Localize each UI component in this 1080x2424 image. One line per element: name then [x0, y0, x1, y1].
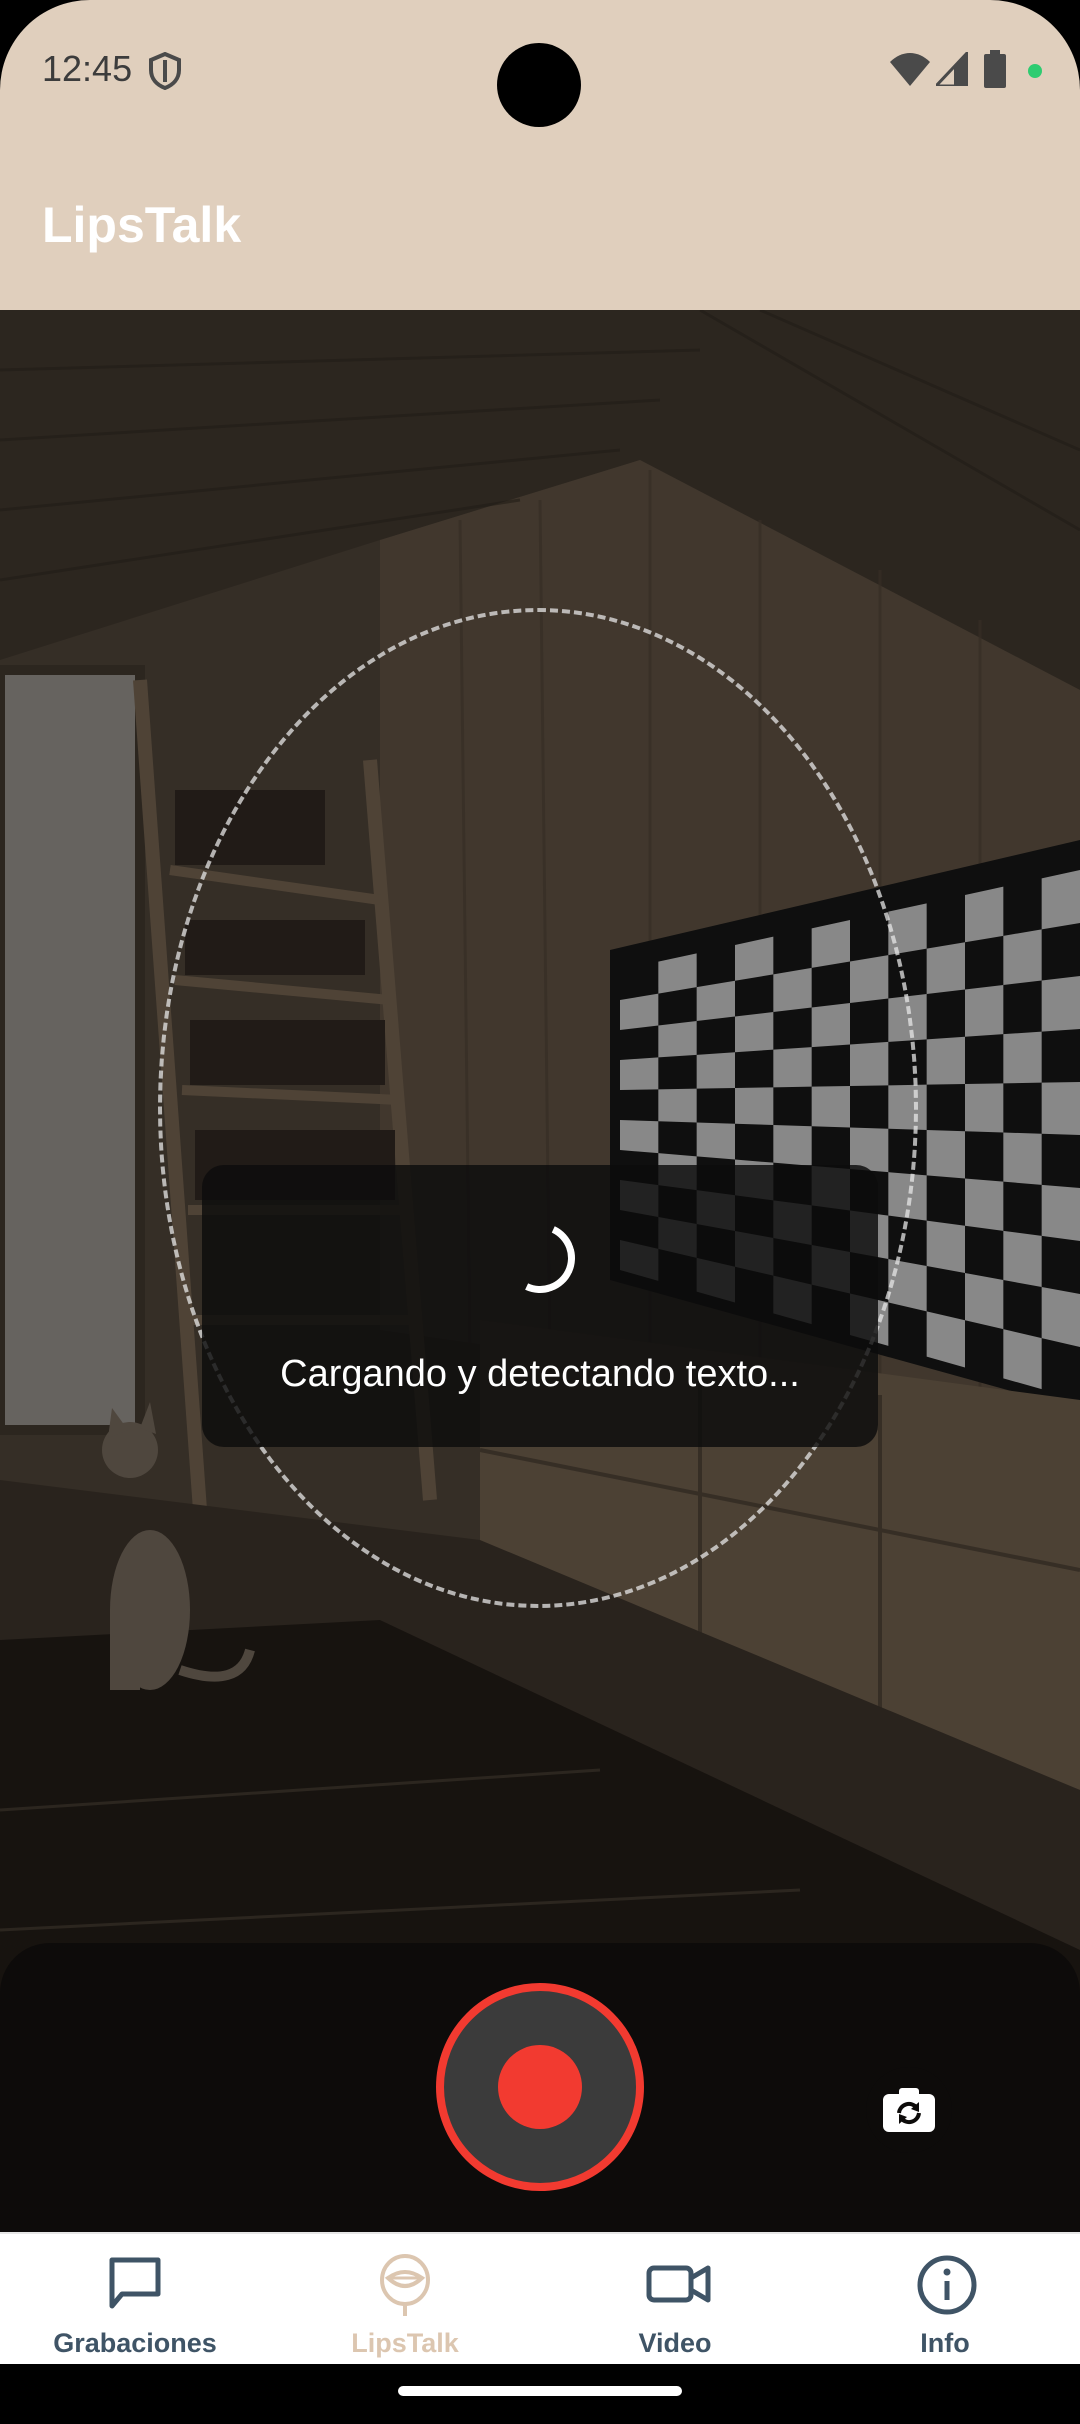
- battery-icon: [984, 50, 1006, 88]
- nav-label-lipstalk: LipsTalk: [351, 2328, 459, 2358]
- flip-camera-button[interactable]: [866, 2067, 952, 2153]
- spinner-icon: [495, 1213, 585, 1303]
- home-indicator[interactable]: [398, 2386, 682, 2396]
- chat-bubble-icon: [109, 2257, 161, 2309]
- loading-dialog: Cargando y detectando texto...: [202, 1165, 878, 1447]
- nav-item-video[interactable]: Video: [540, 2234, 810, 2364]
- lips-icon: [380, 2254, 430, 2316]
- nav-label-grabaciones: Grabaciones: [53, 2328, 217, 2358]
- nav-item-grabaciones[interactable]: Grabaciones: [0, 2234, 270, 2364]
- face-guide-oval: [158, 608, 918, 1608]
- wifi-icon: [890, 53, 930, 86]
- status-time: 12:45: [42, 48, 133, 89]
- app-title: LipsTalk: [42, 197, 242, 253]
- record-icon: [498, 2045, 582, 2129]
- screen: 12:45 LipsTalk Cargando y detectando tex…: [0, 0, 1080, 2424]
- bottom-navigation: Grabaciones LipsTalk Video Info: [0, 2232, 1080, 2364]
- loading-text: Cargando y detectando texto...: [280, 1353, 800, 1395]
- recording-controls: [0, 1943, 1080, 2243]
- app-header: 12:45 LipsTalk: [0, 0, 1080, 310]
- camera-cutout: [497, 43, 581, 127]
- nav-label-info: Info: [920, 2328, 970, 2358]
- signal-icon: [936, 52, 968, 86]
- video-camera-icon: [646, 2265, 711, 2303]
- camera-preview: Cargando y detectando texto...: [0, 310, 1080, 2230]
- nav-label-video: Video: [638, 2328, 712, 2358]
- record-button[interactable]: [436, 1983, 644, 2191]
- shield-icon: [149, 52, 181, 90]
- info-icon: [917, 2255, 977, 2315]
- privacy-dot: [1028, 64, 1042, 78]
- flip-camera-icon: [883, 2088, 935, 2132]
- nav-item-lipstalk[interactable]: LipsTalk: [270, 2234, 540, 2364]
- nav-item-info[interactable]: Info: [810, 2234, 1080, 2364]
